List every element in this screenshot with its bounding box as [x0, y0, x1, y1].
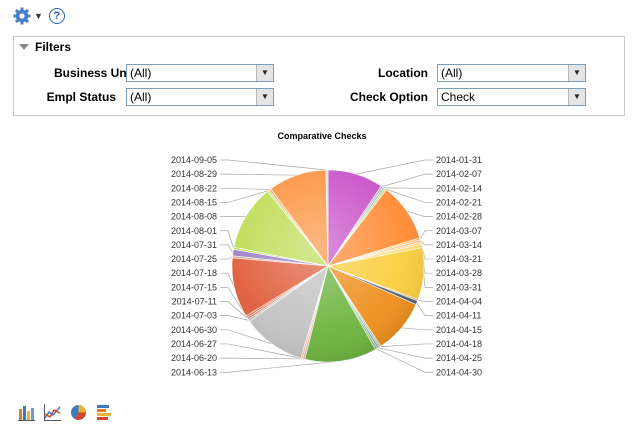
- leader-line: [376, 348, 433, 373]
- pie-chart-icon[interactable]: [70, 404, 87, 421]
- slice-label: 2014-03-07: [436, 226, 482, 236]
- leader-line: [220, 360, 342, 373]
- slice-label: 2014-07-15: [171, 282, 217, 292]
- leader-line: [220, 256, 233, 260]
- slice-label: 2014-07-25: [171, 254, 217, 264]
- leader-line: [423, 273, 433, 288]
- slice-label: 2014-06-13: [171, 367, 217, 377]
- slice-label: 2014-04-18: [436, 339, 482, 349]
- leader-line: [379, 343, 433, 348]
- slice-label: 2014-06-27: [171, 339, 217, 349]
- chart-type-switcher: [18, 404, 122, 421]
- slice-label: 2014-06-30: [171, 325, 217, 335]
- slice-label: 2014-07-11: [172, 297, 217, 307]
- leader-line: [381, 173, 433, 187]
- leader-line: [220, 244, 234, 253]
- slice-label: 2014-01-31: [436, 155, 482, 165]
- slice-label: 2014-02-07: [436, 169, 482, 179]
- slice-label: 2014-08-08: [171, 212, 217, 222]
- slice-label: 2014-03-28: [436, 268, 482, 278]
- slice-label: 2014-04-15: [436, 325, 482, 335]
- stacked-bar-icon[interactable]: [96, 404, 113, 421]
- slice-label: 2014-07-31: [171, 240, 217, 250]
- slice-label: 2014-02-14: [436, 183, 482, 193]
- leader-line: [416, 302, 433, 316]
- bar-chart-icon[interactable]: [18, 404, 35, 421]
- slice-label: 2014-02-21: [436, 197, 482, 207]
- leader-line: [419, 230, 433, 240]
- slice-label: 2014-04-04: [436, 297, 482, 307]
- leader-line: [401, 327, 433, 331]
- line-chart-icon[interactable]: [44, 404, 61, 421]
- slice-label: 2014-06-20: [171, 353, 217, 363]
- slice-label: 2014-08-15: [171, 197, 217, 207]
- slice-label: 2014-04-11: [436, 311, 481, 321]
- leader-line: [220, 187, 271, 190]
- leader-line: [220, 357, 304, 360]
- leader-line: [417, 299, 433, 302]
- slice-label: 2014-03-31: [436, 282, 482, 292]
- leader-line: [220, 159, 327, 171]
- leader-line: [420, 240, 433, 246]
- slice-label: 2014-09-05: [171, 155, 217, 165]
- leader-line: [220, 230, 234, 249]
- slice-label: 2014-04-25: [436, 353, 482, 363]
- leader-line: [406, 210, 433, 217]
- slice-label: 2014-03-14: [436, 240, 482, 250]
- leader-line: [220, 315, 249, 321]
- leader-line: [378, 347, 433, 359]
- slice-label: 2014-02-28: [436, 212, 482, 222]
- leader-line: [355, 159, 433, 175]
- slice-label: 2014-03-21: [436, 254, 482, 264]
- slice-label: 2014-08-01: [171, 226, 217, 236]
- leader-line: [220, 173, 297, 176]
- slice-label: 2014-07-03: [171, 311, 217, 321]
- pie-chart: 2014-09-05 2014-08-29 2014-08-22 2014-08-15…: [171, 155, 482, 377]
- slice-label: 2014-08-22: [171, 183, 217, 193]
- slice-label: 2014-04-30: [436, 367, 482, 377]
- slice-label: 2014-07-18: [171, 268, 217, 278]
- slice-label: 2014-08-29: [171, 169, 217, 179]
